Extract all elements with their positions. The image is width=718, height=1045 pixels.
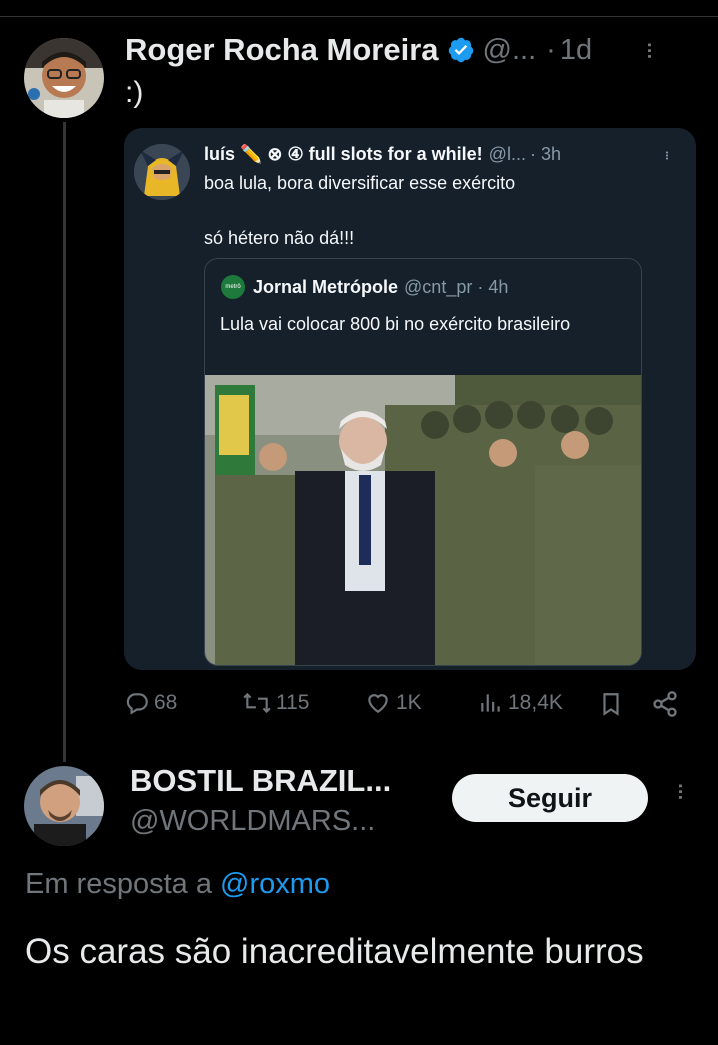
more-options-icon[interactable]: ... — [641, 41, 673, 58]
quoted-tweet-image[interactable]: luís ✏️ ⊗ ④ full slots for a while! @l..… — [124, 128, 696, 670]
reply-to-label: Em resposta a — [25, 868, 212, 900]
reply-author-handle[interactable]: @WORLDMARS... — [130, 805, 375, 838]
retweet-count: 115 — [276, 691, 310, 714]
quote-avatar — [134, 144, 190, 200]
views-icon — [481, 694, 500, 712]
like-icon — [368, 694, 388, 713]
news-photo — [205, 375, 641, 665]
avatar[interactable] — [24, 38, 104, 118]
verified-badge-icon — [448, 37, 473, 63]
views-count: 18,4K — [508, 691, 563, 714]
inner-quoted-tweet: metrô Jornal Metrópole @cnt_pr · 4h Lula… — [204, 258, 642, 666]
retweet-button[interactable]: 115 — [242, 690, 309, 716]
reply-button[interactable]: 68 — [124, 690, 177, 716]
top-divider — [0, 16, 718, 17]
thread-connector-line — [63, 122, 66, 762]
time-separator: · — [546, 33, 556, 66]
reply-author-name[interactable]: BOSTIL BRAZIL... — [130, 763, 391, 799]
quote-text-line-1: boa lula, bora diversificar esse exércit… — [204, 173, 516, 193]
bookmark-icon — [603, 693, 619, 716]
bookmark-button[interactable] — [598, 690, 624, 718]
quote-author-name: luís ✏️ ⊗ ④ full slots for a while! — [204, 144, 483, 164]
inner-tweet-text: Lula vai colocar 800 bi no exército bras… — [220, 314, 571, 334]
like-button[interactable]: 1K — [364, 690, 422, 716]
tweet-text: :) — [125, 76, 144, 109]
inner-quote-header: metrô Jornal Metrópole @cnt_pr · 4h — [221, 275, 621, 299]
reply-icon — [126, 693, 148, 715]
reply-context: Em resposta a @roxmo — [25, 868, 330, 901]
retweet-icon — [243, 692, 271, 714]
reply-text: Os caras são inacreditavelmente burros — [25, 932, 644, 971]
inner-author-name: Jornal Metrópole — [253, 276, 399, 297]
action-bar: 68 115 1K 18,4K — [124, 690, 694, 726]
quote-text-line-2: só hétero não dá!!! — [204, 228, 355, 248]
author-handle[interactable]: @... — [483, 34, 537, 67]
views-button[interactable]: 18,4K — [478, 690, 563, 716]
share-button[interactable] — [650, 690, 680, 718]
quote-author-handle: @l... — [488, 144, 526, 164]
reply-count: 68 — [154, 691, 178, 714]
tweet-timestamp[interactable]: 1d — [560, 34, 592, 67]
reply-to-mention[interactable]: @roxmo — [220, 868, 330, 900]
quote-header: luís ✏️ ⊗ ④ full slots for a while! @l..… — [204, 144, 684, 165]
inner-author-handle: @cnt_pr · 4h — [404, 276, 509, 297]
like-count: 1K — [396, 691, 422, 714]
share-icon — [653, 691, 677, 717]
reply-avatar[interactable] — [24, 766, 104, 846]
metropole-logo: metrô — [221, 275, 245, 299]
tweet-header: Roger Rocha Moreira @... · 1d ... — [125, 30, 695, 70]
quote-timestamp: · 3h — [529, 144, 561, 164]
author-name[interactable]: Roger Rocha Moreira — [125, 32, 439, 68]
quote-more-icon: ... — [662, 149, 682, 159]
reply-more-options-icon[interactable]: ... — [672, 782, 704, 799]
follow-button[interactable]: Seguir — [452, 774, 648, 822]
